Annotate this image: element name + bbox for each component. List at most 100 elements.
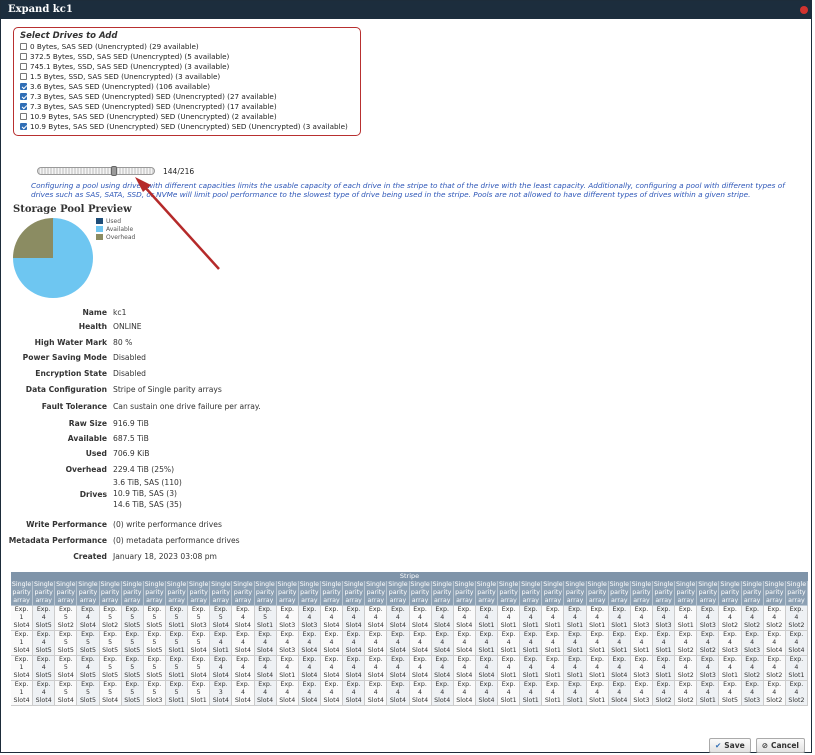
stripe-cell[interactable]: Exp.4 Slot418 xyxy=(608,681,631,706)
stripe-cell[interactable]: Exp.5 Slot528 xyxy=(143,656,166,681)
stripe-cell[interactable]: Exp.4 Slot447 xyxy=(232,606,255,631)
stripe-cell[interactable]: Exp.4 Slot227 xyxy=(785,681,808,706)
stripe-cell[interactable]: Exp.4 Slot219 xyxy=(741,606,764,631)
stripe-cell[interactable]: Exp.4 Slot148 xyxy=(210,631,233,656)
stripe-cell[interactable]: Exp.3 Slot447 xyxy=(210,681,233,706)
stripe-cell[interactable]: Exp.4 Slot471 xyxy=(387,681,410,706)
stripe-cell[interactable]: Exp.4 Slot511 xyxy=(77,656,100,681)
stripe-cell[interactable]: Exp.4 Slot478 xyxy=(431,681,454,706)
stripe-cell[interactable]: Exp.5 Slot519 xyxy=(99,656,122,681)
stripe-cell[interactable]: Exp.4 Slot17 xyxy=(630,631,654,656)
stripe-cell[interactable]: Exp.4 Slot197 xyxy=(542,656,565,681)
stripe-cell[interactable]: Exp.4 Slot224 xyxy=(763,656,786,681)
stripe-cell[interactable]: Exp.5 Slot151 xyxy=(254,606,277,631)
stripe-cell[interactable]: Exp.4 Slot222 xyxy=(763,606,786,631)
stripe-cell[interactable]: Exp.5 Slot330 xyxy=(143,681,166,706)
stripe-cell[interactable]: Exp.4 Slot472 xyxy=(409,606,432,631)
stripe-cell[interactable]: Exp.4 Slot210 xyxy=(675,656,698,681)
stripe-cell[interactable]: Exp.5 Slot526 xyxy=(121,681,144,706)
stripe-cell[interactable]: Exp.4 Slot190 xyxy=(498,681,521,706)
stripe-cell[interactable]: Exp.4 Slot468 xyxy=(365,681,388,706)
stripe-cell[interactable]: Exp.5 Slot523 xyxy=(121,606,144,631)
stripe-cell[interactable]: Exp.1 Slot416 xyxy=(11,631,34,656)
stripe-cell[interactable]: Exp.4 Slot214 xyxy=(675,631,698,656)
stripe-cell[interactable]: Exp.5 Slot440 xyxy=(210,606,233,631)
stripe-cell[interactable]: Exp.4 Slot446 xyxy=(210,656,233,681)
stripe-cell[interactable]: Exp.4 Slot416 xyxy=(608,656,631,681)
stripe-cell[interactable]: Exp.4 Slot467 xyxy=(365,656,388,681)
stripe-cell[interactable]: Exp.4 Slot1104 xyxy=(564,631,587,656)
stripe-cell[interactable]: Exp.4 Slot53 xyxy=(33,656,56,681)
stripe-cell[interactable]: Exp.4 Slot426 xyxy=(763,631,786,656)
stripe-cell[interactable]: Exp.4 Slot454 xyxy=(254,681,277,706)
stripe-cell[interactable]: Exp.4 Slot225 xyxy=(785,606,808,631)
stripe-cell[interactable]: Exp.4 Slot1100 xyxy=(542,631,565,656)
stripe-cell[interactable]: Exp.5 Slot139 xyxy=(188,681,211,706)
stripe-cell[interactable]: Exp.4 Slot13 xyxy=(608,631,631,656)
stripe-cell[interactable]: Exp.5 Slot24 xyxy=(55,606,78,631)
stripe-cell[interactable]: Exp.4 Slot452 xyxy=(232,631,255,656)
stripe-cell[interactable]: Exp.4 Slot355 xyxy=(276,606,299,631)
stripe-cell[interactable]: Exp.1 Slot435 xyxy=(11,656,34,681)
stripe-cell[interactable]: Exp.4 Slot196 xyxy=(520,631,543,656)
stripe-cell[interactable]: Exp.4 Slot156 xyxy=(276,656,299,681)
stripe-cell[interactable]: Exp.4 Slot126 xyxy=(785,656,808,681)
stripe-cell[interactable]: Exp.4 Slot485 xyxy=(475,656,499,681)
stripe-cell[interactable]: Exp.4 Slot226 xyxy=(763,681,786,706)
stripe-cell[interactable]: Exp.4 Slot427 xyxy=(785,631,808,656)
stripe-cell[interactable]: Exp.4 Slot460 xyxy=(320,681,344,706)
stripe-cell[interactable]: Exp.5 Slot338 xyxy=(188,606,211,631)
stripe-cell[interactable]: Exp.4 Slot193 xyxy=(520,656,543,681)
stripe-cell[interactable]: Exp.5 Slot436 xyxy=(188,631,211,656)
stripe-cell[interactable]: Exp.5 Slot55 xyxy=(55,631,78,656)
stripe-cell[interactable]: Exp.4 Slot475 xyxy=(431,606,454,631)
stripe-cell[interactable]: Exp.4 Slot450 xyxy=(232,681,255,706)
stripe-cell[interactable]: Exp.4 Slot471 xyxy=(387,656,410,681)
stripe-cell[interactable]: Exp.4 Slot459 xyxy=(298,631,321,656)
stripe-cell[interactable]: Exp.4 Slot19 xyxy=(675,606,698,631)
stripe-cell[interactable]: Exp.4 Slot18 xyxy=(653,656,676,681)
stripe-cell[interactable]: Exp.4 Slot519 xyxy=(719,681,742,706)
stripe-cell[interactable]: Exp.4 Slot198 xyxy=(542,681,565,706)
stripe-cell[interactable]: Exp.4 Slot321 xyxy=(741,681,764,706)
stripe-cell[interactable]: Exp.4 Slot217 xyxy=(719,606,742,631)
stripe-cell[interactable]: Exp.4 Slot116 xyxy=(697,681,720,706)
stripe-cell[interactable]: Exp.4 Slot459 xyxy=(298,681,321,706)
stripe-cell[interactable]: Exp.5 Slot48 xyxy=(55,656,78,681)
stripe-cell[interactable]: Exp.4 Slot183 xyxy=(475,606,499,631)
stripe-cell[interactable]: Exp.4 Slot1108 xyxy=(586,631,609,656)
stripe-cell[interactable]: Exp.4 Slot475 xyxy=(409,681,432,706)
stripe-cell[interactable]: Exp.4 Slot453 xyxy=(254,656,277,681)
stripe-cell[interactable]: Exp.4 Slot477 xyxy=(431,656,454,681)
stripe-cell[interactable]: Exp.4 Slot461 xyxy=(343,606,366,631)
stripe-cell[interactable]: Exp.5 Slot513 xyxy=(77,681,100,706)
stripe-cell[interactable]: Exp.5 Slot49 xyxy=(55,681,78,706)
stripe-cell[interactable]: Exp.4 Slot1105 xyxy=(586,656,609,681)
stripe-cell[interactable]: Exp.4 Slot322 xyxy=(741,631,764,656)
stripe-cell[interactable]: Exp.4 Slot341 xyxy=(630,606,654,631)
stripe-cell[interactable]: Exp.4 Slot466 xyxy=(343,631,366,656)
stripe-cell[interactable]: Exp.5 Slot526 xyxy=(143,606,166,631)
stripe-cell[interactable]: Exp.4 Slot469 xyxy=(387,606,410,631)
stripe-cell[interactable]: Exp.4 Slot19 xyxy=(653,631,676,656)
stripe-cell[interactable]: Exp.4 Slot319 xyxy=(719,631,742,656)
stripe-cell[interactable]: Exp.5 Slot439 xyxy=(188,656,211,681)
stripe-cell[interactable]: Exp.4 Slot358 xyxy=(298,606,321,631)
stripe-cell[interactable]: Exp.4 Slot36 xyxy=(653,606,676,631)
stripe-cell[interactable]: Exp.4 Slot187 xyxy=(498,606,521,631)
stripe-cell[interactable]: Exp.5 Slot131 xyxy=(165,606,189,631)
stripe-cell[interactable]: Exp.4 Slot474 xyxy=(409,656,432,681)
stripe-cell[interactable]: Exp.5 Slot527 xyxy=(143,631,166,656)
stripe-cell[interactable]: Exp.4 Slot221 xyxy=(741,656,764,681)
stripe-cell[interactable]: Exp.4 Slot358 xyxy=(276,631,299,656)
stripe-cell[interactable]: Exp.4 Slot1106 xyxy=(586,681,609,706)
stripe-cell[interactable]: Exp.4 Slot195 xyxy=(542,606,565,631)
stripe-cell[interactable]: Exp.4 Slot1102 xyxy=(564,681,587,706)
stripe-cell[interactable]: Exp.4 Slot458 xyxy=(298,656,321,681)
stripe-cell[interactable]: Exp.4 Slot463 xyxy=(343,656,366,681)
stripe-cell[interactable]: Exp.4 Slot464 xyxy=(343,681,366,706)
stripe-cell[interactable]: Exp.5 Slot214 xyxy=(99,606,122,631)
stripe-cell[interactable]: Exp.4 Slot470 xyxy=(365,631,388,656)
stripe-cell[interactable]: Exp.4 Slot473 xyxy=(387,631,410,656)
stripe-cell[interactable]: Exp.4 Slot484 xyxy=(453,631,476,656)
